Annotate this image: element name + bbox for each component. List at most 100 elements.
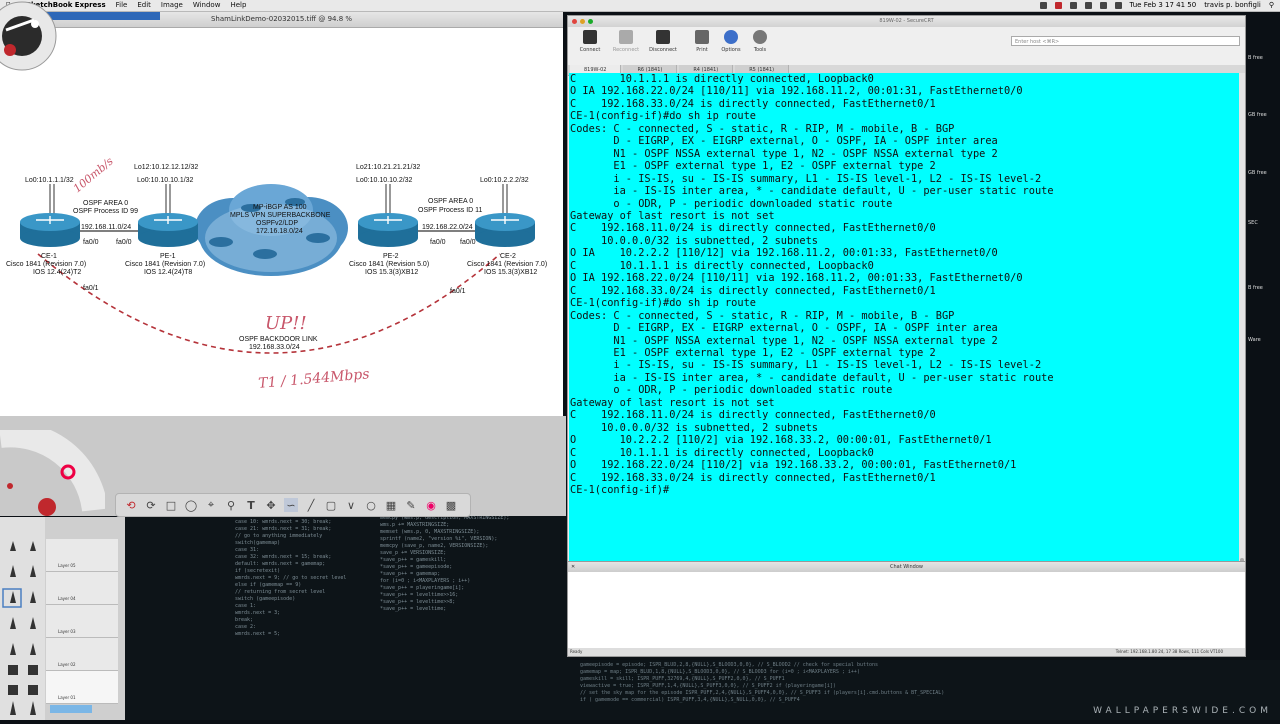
code-line: switch(gamemap) xyxy=(235,540,281,546)
lasso-icon[interactable]: ◯ xyxy=(184,498,198,512)
menu-help[interactable]: Help xyxy=(230,0,246,11)
drawing-canvas[interactable]: Lo0:10.1.1.1/32 Lo12:10.12.12.12/32 Lo0:… xyxy=(3,32,561,416)
terminal-line: ia - IS-IS inter area, * - candidate def… xyxy=(570,185,1054,198)
volume-icon[interactable] xyxy=(1099,2,1107,9)
search-icon[interactable]: ⚲ xyxy=(1269,0,1274,11)
terminal-line: Codes: C - connected, S - static, R - RI… xyxy=(570,309,955,322)
layer-item[interactable]: Layer 03 xyxy=(46,605,118,638)
brush-icon[interactable]: ✎ xyxy=(404,498,418,512)
terminal-output[interactable]: C 10.1.1.1 is directly connected, Loopba… xyxy=(569,73,1239,574)
menu-file[interactable]: File xyxy=(116,0,128,11)
lagoon-tools-ring[interactable] xyxy=(0,430,105,520)
code-line: memset (wms.p, 0, MAXSTRINGSIZE); xyxy=(380,529,480,535)
code-line: save_p += VERSIONSIZE; xyxy=(380,550,447,556)
redo-icon[interactable]: ⟳ xyxy=(144,498,158,512)
polyline-icon[interactable]: ∨ xyxy=(344,498,358,512)
move-icon[interactable]: ✥ xyxy=(264,498,278,512)
terminal-line: O IA 10.2.2.2 [110/12] via 192.168.11.2,… xyxy=(570,247,998,260)
interface-label: fa0/0 xyxy=(116,239,132,246)
layer-item[interactable]: Layer 04 xyxy=(46,572,118,605)
host-input[interactable]: Enter host <⌘R> xyxy=(1011,36,1240,46)
handwritten-speed-note: 100mb/s xyxy=(71,154,116,195)
menu-window[interactable]: Window xyxy=(193,0,221,11)
record-icon[interactable] xyxy=(1054,2,1062,9)
securecrt-titlebar[interactable]: 819W-02 - SecureCRT xyxy=(568,16,1245,27)
ospf-process-right: OSPF Process ID 11 xyxy=(418,207,483,214)
crop-icon[interactable]: ⌖ xyxy=(204,498,218,512)
clock[interactable]: Tue Feb 3 17 41 50 xyxy=(1130,0,1197,11)
minimize-button[interactable] xyxy=(580,19,585,24)
desktop-side-label: B free xyxy=(1248,55,1263,61)
terminal-line: C 192.168.33.0/24 is directly connected,… xyxy=(570,471,936,484)
terminal-line: C 10.1.1.1 is directly connected, Loopba… xyxy=(570,446,874,459)
chat-input[interactable] xyxy=(568,572,1245,649)
backdoor-network-label: 192.168.33.0/24 xyxy=(249,344,300,351)
connect-button[interactable]: Connect xyxy=(575,30,605,53)
undo-icon[interactable]: ⟲ xyxy=(124,498,138,512)
code-line: wmrds.next = 9; // go to secret level xyxy=(235,575,347,581)
interface-label: fa0/0 xyxy=(460,239,476,246)
terminal-line: C 10.1.1.1 is directly connected, Loopba… xyxy=(570,259,874,272)
code-line: memcpy (save_p, name2, VERSIONSIZE); xyxy=(380,543,489,549)
cloud-label-1: MP-iBGP AS 100 xyxy=(253,204,307,211)
tools-button[interactable]: Tools xyxy=(745,30,775,53)
user-name[interactable]: travis p. bonfigli xyxy=(1204,0,1261,11)
code-line: case 31: xyxy=(235,547,260,553)
zoom-icon[interactable]: ⚲ xyxy=(224,498,238,512)
pe2-ios: IOS 15.3(3)XB12 xyxy=(365,269,418,276)
code-line: if ( gamemode == commercial) ISPR_PUFF,3… xyxy=(580,697,800,703)
terminal-line: D - EIGRP, EX - EIGRP external, O - OSPF… xyxy=(570,135,998,148)
code-line: sprintf (name2, "version %i", VERSION); xyxy=(380,536,498,542)
brush-library-icon[interactable]: ▦ xyxy=(384,498,398,512)
print-button[interactable]: Print xyxy=(687,30,717,53)
rectangle-icon[interactable]: ▢ xyxy=(324,498,338,512)
color-wheel-icon[interactable]: ◉ xyxy=(424,498,438,512)
battery-icon[interactable] xyxy=(1114,2,1122,9)
layer-item[interactable]: Layer 02 xyxy=(46,638,118,671)
info-icon xyxy=(724,30,738,44)
network-diagram: Lo0:10.1.1.1/32 Lo12:10.12.12.12/32 Lo0:… xyxy=(6,154,547,392)
ce1-model: Cisco 1841 (Revision 7.0) xyxy=(6,261,86,268)
ellipse-icon[interactable]: ○ xyxy=(364,498,378,512)
brush-presets[interactable] xyxy=(0,517,45,720)
layer-item-active[interactable]: Layer 01 xyxy=(46,671,118,704)
monitor-icon xyxy=(583,30,597,44)
code-line: *save_p++ = playeringame[i]; xyxy=(380,585,465,591)
status-icon[interactable] xyxy=(1039,2,1047,9)
pe1-loopback0-label: Lo0:10.10.10.1/32 xyxy=(137,177,194,184)
curve-icon[interactable]: ∽ xyxy=(284,498,298,512)
menu-image[interactable]: Image xyxy=(161,0,183,11)
handwritten-t1-note: T1 / 1.544Mbps xyxy=(258,366,370,392)
close-button[interactable] xyxy=(572,19,577,24)
terminal-scrollbar[interactable] xyxy=(1239,73,1245,574)
code-line: *save_p++ = gamemap; xyxy=(380,571,441,577)
zoom-button[interactable] xyxy=(588,19,593,24)
code-line: viewactive = true; ISPR_PUFF,1,4,{NULL},… xyxy=(580,683,836,689)
code-column-bottom: gameepisode = episode; ISPR_BLUD,2,8,{NU… xyxy=(580,662,944,704)
printer-icon xyxy=(695,30,709,44)
status-icon[interactable] xyxy=(1069,2,1077,9)
chat-window-title: Chat Window xyxy=(890,564,923,570)
options-button[interactable]: Options xyxy=(716,30,746,53)
terminal-line: C 192.168.33.0/24 is directly connected,… xyxy=(570,284,936,297)
line-icon[interactable]: ╱ xyxy=(304,498,318,512)
layer-item[interactable]: Layer 05 xyxy=(46,539,118,572)
terminal-line: ia - IS-IS inter area, * - candidate def… xyxy=(570,371,1054,384)
text-icon[interactable]: T xyxy=(244,498,258,512)
rect-select-icon[interactable]: □ xyxy=(164,498,178,512)
reconnect-button[interactable]: Reconnect xyxy=(611,30,641,53)
ospf-area-left: OSPF AREA 0 xyxy=(83,200,128,207)
pe1-name: PE-1 xyxy=(160,253,176,260)
terminal-line: Codes: C - connected, S - static, R - RI… xyxy=(570,122,955,135)
disconnect-button[interactable]: Disconnect xyxy=(648,30,678,53)
chat-window-titlebar[interactable]: ✕ Chat Window xyxy=(568,561,1245,572)
close-icon[interactable]: ✕ xyxy=(571,562,575,572)
wifi-icon[interactable] xyxy=(1084,2,1092,9)
menu-edit[interactable]: Edit xyxy=(137,0,151,11)
desktop-side-label: GB free xyxy=(1248,112,1267,118)
lagoon-brush-ring[interactable] xyxy=(0,0,70,80)
terminal-line: 10.0.0.0/32 is subnetted, 2 subnets xyxy=(570,421,818,434)
layers-icon[interactable]: ▩ xyxy=(444,498,458,512)
terminal-line: O IA 192.168.22.0/24 [110/11] via 192.16… xyxy=(570,85,1023,98)
code-line: // set the sky map for the episode ISPR_… xyxy=(580,690,945,696)
